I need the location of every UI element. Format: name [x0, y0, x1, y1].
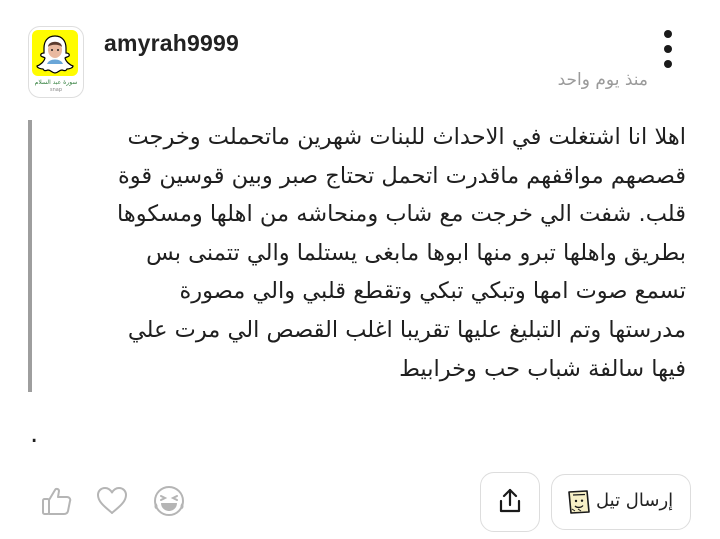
like-icon[interactable]: [40, 484, 74, 518]
kebab-dot: [664, 60, 672, 68]
send-teal-button[interactable]: إرسال تيل: [551, 474, 691, 530]
author-avatar[interactable]: سورة عبد السلام snap: [28, 26, 84, 98]
post-card: سورة عبد السلام snap amyrah9999 منذ يوم …: [0, 0, 720, 539]
heart-icon[interactable]: [95, 484, 129, 518]
more-options-icon[interactable]: [658, 28, 678, 70]
author-username[interactable]: amyrah9999: [104, 30, 239, 57]
post-body: اهلا انا اشتغلت في الاحداث للبنات شهرين …: [117, 124, 686, 382]
share-button[interactable]: [480, 472, 540, 532]
avatar-caption: سورة عبد السلام: [34, 79, 78, 86]
kebab-dot: [664, 30, 672, 38]
teal-card-icon: [568, 490, 590, 514]
quote-bar: [28, 120, 32, 392]
avatar-caption-sub: snap: [49, 87, 62, 93]
snapcode-icon: [32, 30, 78, 76]
laugh-icon[interactable]: [152, 484, 186, 518]
send-teal-label: إرسال تيل: [596, 490, 674, 511]
kebab-dot: [664, 45, 672, 53]
post-timestamp: منذ يوم واحد: [557, 70, 648, 90]
trailing-text: .: [30, 419, 39, 449]
share-icon: [499, 488, 521, 513]
